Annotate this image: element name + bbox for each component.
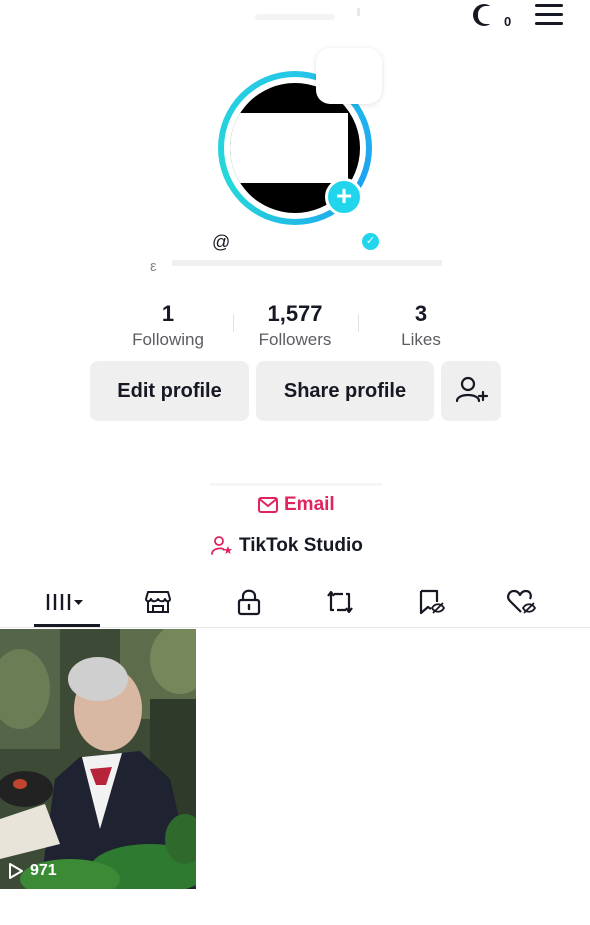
tab-favorites[interactable] <box>398 578 464 626</box>
stat-label: Following <box>132 330 204 349</box>
top-bar: 0 <box>0 0 590 40</box>
username-at: @ <box>212 232 231 252</box>
stat-value: 3 <box>414 301 428 326</box>
stat-label: Likes <box>401 330 441 349</box>
top-faint-text <box>255 14 335 20</box>
studio-icon <box>211 536 232 555</box>
profile-tabs <box>0 578 590 628</box>
bio: ε <box>150 258 450 278</box>
video-thumbnail-image <box>0 629 196 889</box>
profile-stats: 1 Following 1,577 Followers 3 Likes <box>100 300 490 355</box>
notification-icon <box>473 4 495 26</box>
menu-icon[interactable] <box>535 3 563 25</box>
lock-icon <box>237 589 261 616</box>
email-label: Email <box>284 494 335 515</box>
view-count-label: 971 <box>30 862 57 879</box>
stat-likes[interactable]: 3 Likes <box>356 300 486 352</box>
share-profile-button[interactable]: Share profile <box>256 361 434 421</box>
stat-value: 1,577 <box>267 301 323 326</box>
tiktok-studio-link[interactable]: TikTok Studio <box>211 533 363 559</box>
bookmark-icon <box>419 589 446 615</box>
note-bubble[interactable] <box>316 48 382 104</box>
studio-label: TikTok Studio <box>239 535 363 556</box>
verified-badge-icon: ✓ <box>362 233 379 250</box>
tab-reposts[interactable] <box>307 578 373 626</box>
add-story-button[interactable]: + <box>325 178 363 216</box>
edit-profile-button[interactable]: Edit profile <box>90 361 249 421</box>
tab-selected-indicator <box>34 624 100 627</box>
stat-label: Followers <box>258 330 332 349</box>
notification-count: 0 <box>504 14 512 29</box>
notification-button[interactable]: 0 <box>473 2 511 29</box>
tab-shop[interactable] <box>125 578 191 626</box>
shop-icon <box>145 591 171 613</box>
tab-liked[interactable] <box>489 578 555 626</box>
email-link[interactable]: Email <box>258 492 335 518</box>
stat-value: 1 <box>161 301 175 326</box>
add-friend-button[interactable] <box>441 361 501 421</box>
liked-icon <box>507 589 537 614</box>
view-count: 971 <box>8 862 57 880</box>
video-thumbnail[interactable]: 971 <box>0 629 196 889</box>
grid-icon <box>46 594 83 610</box>
stat-following[interactable]: 1 Following <box>103 300 233 352</box>
username: @ ✓ <box>212 232 382 256</box>
repost-icon <box>327 590 353 614</box>
link-icon: ε <box>150 258 157 275</box>
faint-divider <box>210 483 382 486</box>
play-icon <box>9 863 23 879</box>
mail-icon <box>258 497 278 513</box>
top-faint-mark <box>357 8 360 16</box>
stat-followers[interactable]: 1,577 Followers <box>230 300 360 352</box>
add-person-icon <box>455 376 489 403</box>
tab-videos[interactable] <box>34 578 100 626</box>
tab-private[interactable] <box>216 578 282 626</box>
